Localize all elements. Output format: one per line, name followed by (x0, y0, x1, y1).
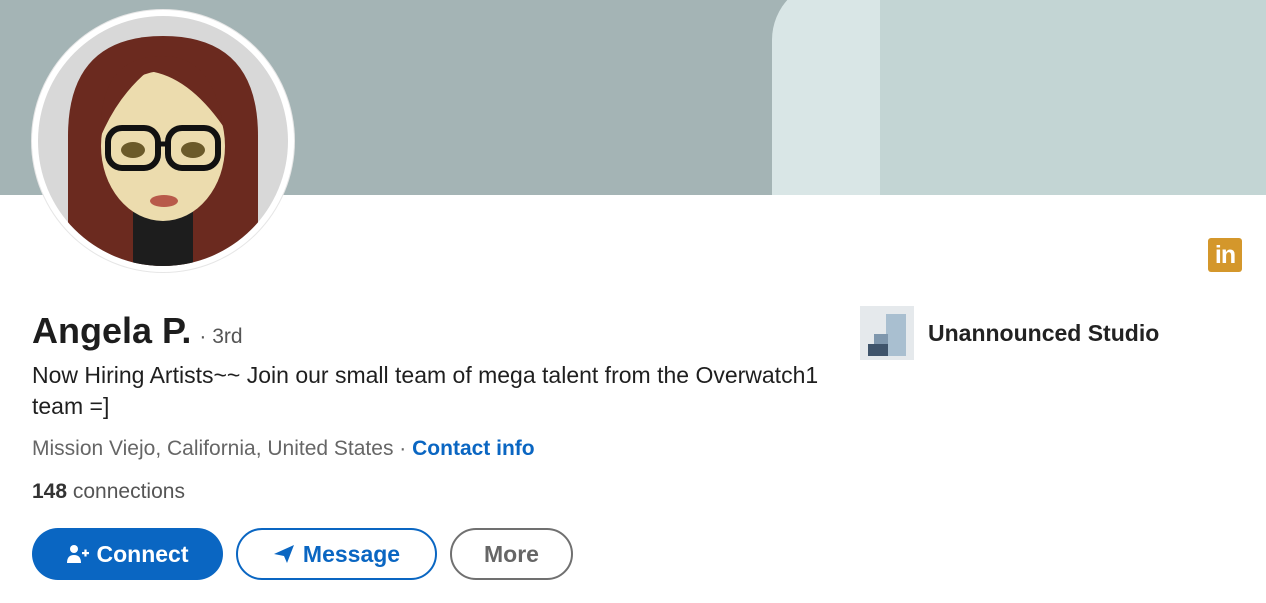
profile-headline: Now Hiring Artists~~ Join our small team… (32, 362, 819, 419)
send-icon (273, 544, 295, 564)
name-line: Angela P. · 3rd (32, 310, 243, 352)
connections-label: connections (67, 480, 185, 503)
avatar-illustration (38, 16, 288, 266)
profile-name: Angela P. (32, 310, 192, 351)
more-label: More (484, 540, 539, 567)
message-label: Message (302, 540, 401, 567)
avatar[interactable] (32, 10, 294, 272)
connections-count: 148 (32, 480, 68, 503)
connect-button[interactable]: Connect (32, 528, 223, 580)
message-button[interactable]: Message (236, 528, 437, 580)
location-line: Mission Viejo, California, United States… (32, 437, 535, 461)
company-logo (860, 306, 914, 360)
separator: · (393, 437, 413, 460)
banner-shape-right (880, 0, 1266, 195)
location: Mission Viejo, California, United States (32, 437, 394, 460)
connection-degree: · 3rd (199, 325, 243, 348)
more-button[interactable]: More (450, 528, 573, 580)
company-name: Unannounced Studio (928, 319, 1160, 346)
add-person-icon (66, 544, 89, 564)
connect-label: Connect (96, 540, 189, 567)
current-company[interactable]: Unannounced Studio (860, 306, 1159, 360)
contact-info-link[interactable]: Contact info (412, 437, 534, 460)
connections[interactable]: 148 connections (32, 480, 185, 504)
linkedin-icon[interactable]: in (1208, 238, 1242, 272)
